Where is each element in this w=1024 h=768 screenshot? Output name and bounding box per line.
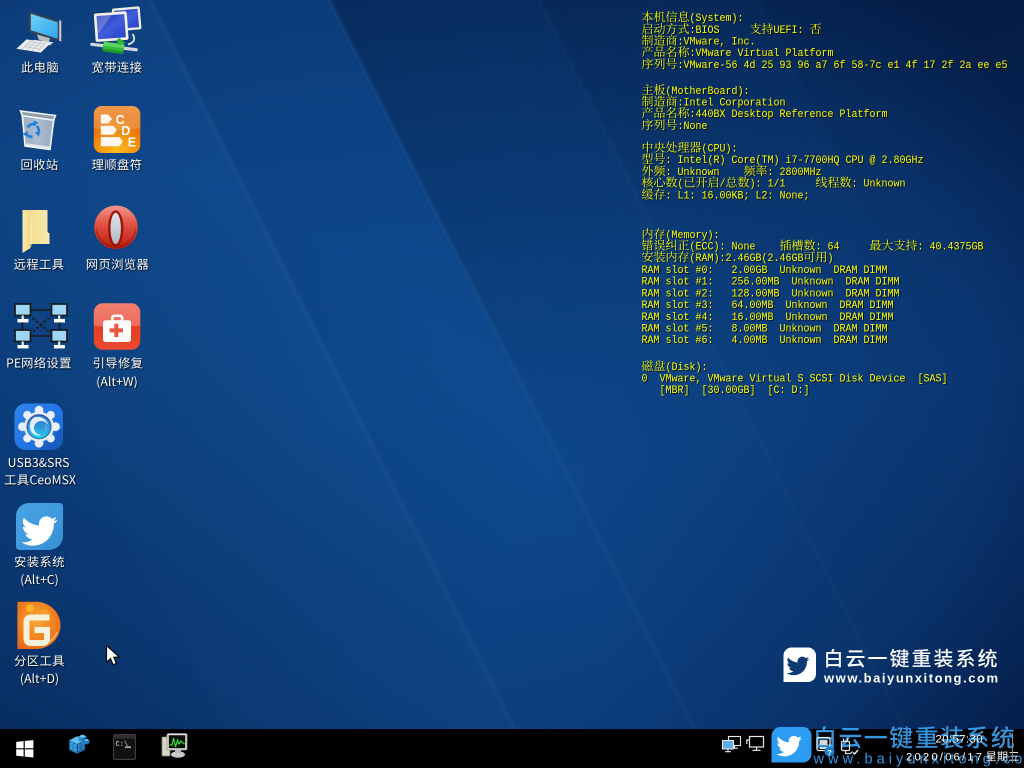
svg-text:?: ? (827, 748, 832, 757)
svg-text:20:57:30: 20:57:30 (936, 734, 983, 746)
svg-text:www.baiyunxitong.com: www.baiyunxitong.com (823, 671, 998, 686)
